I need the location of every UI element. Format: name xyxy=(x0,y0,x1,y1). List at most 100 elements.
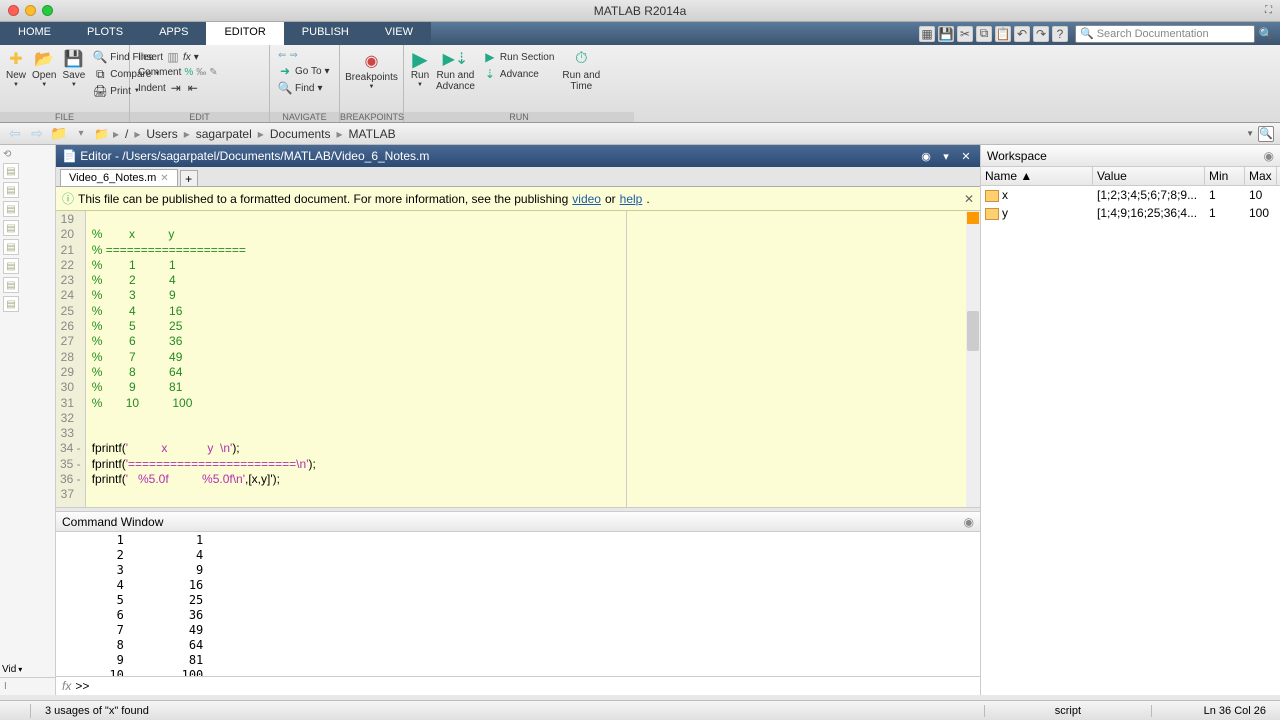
qa-paste-icon[interactable]: 📋 xyxy=(995,26,1011,42)
tab-home[interactable]: HOME xyxy=(0,22,69,45)
doc-icon[interactable]: ▤ xyxy=(3,239,19,255)
runtime-button[interactable]: ⏱Run and Time xyxy=(562,49,600,92)
crumb-matlab[interactable]: MATLAB xyxy=(347,127,398,141)
qa-disk-icon[interactable]: 💾 xyxy=(938,26,954,42)
line-gutter: 19 20 21 22 23 24 25 26 27 28 29 30 31 3… xyxy=(56,211,86,507)
search-input[interactable]: 🔍 Search Documentation xyxy=(1075,25,1255,43)
workspace-row[interactable]: y[1;4;9;16;25;36;4...1100 xyxy=(981,204,1280,222)
address-bar: ⇦ ⇨ 📁 ▾ 📁 ▸ /▸ Users▸ sagarpatel▸ Docume… xyxy=(0,123,1280,145)
new-button[interactable]: ✚New▼ xyxy=(6,49,26,99)
indent-button[interactable]: Indent ⇥ ⇤ xyxy=(136,80,263,96)
tab-view[interactable]: VIEW xyxy=(367,22,431,45)
undock-dropdown[interactable]: ▾ xyxy=(938,148,954,164)
group-file-label: FILE xyxy=(0,112,129,122)
prompt-text: >> xyxy=(75,679,89,693)
find-icon: 🔍 xyxy=(278,81,292,95)
command-window[interactable]: 1 1 2 4 3 9 4 16 5 25 6 36 7 49 8 64 9 8… xyxy=(56,532,980,676)
browse-button[interactable]: 🔍 xyxy=(1258,126,1274,142)
workspace-row[interactable]: x[1;2;3;4;5;6;7;8;9...110 xyxy=(981,186,1280,204)
ws-col-value[interactable]: Value xyxy=(1093,167,1205,185)
file-tab[interactable]: Video_6_Notes.m ✕ xyxy=(60,169,178,186)
find-button[interactable]: 🔍Find ▾ xyxy=(276,80,333,96)
vid-label[interactable]: Vid ▾ xyxy=(0,662,55,677)
qa-save-icon[interactable]: ▦ xyxy=(919,26,935,42)
restore-icon[interactable]: ⟲ xyxy=(3,149,52,160)
doc-icon[interactable]: ▤ xyxy=(3,201,19,217)
crumb-users[interactable]: Users xyxy=(144,127,179,141)
qa-help-icon[interactable]: ? xyxy=(1052,26,1068,42)
tab-apps[interactable]: APPS xyxy=(141,22,206,45)
crumb-docs[interactable]: Documents xyxy=(268,127,333,141)
dock-icon[interactable]: ◉ xyxy=(918,148,934,164)
zoom-icon[interactable] xyxy=(42,5,53,16)
status-bar: 3 usages of "x" found script Ln 36 Col 2… xyxy=(0,700,1280,720)
up-folder-button[interactable]: 📁 xyxy=(50,125,68,143)
ws-col-name[interactable]: Name ▲ xyxy=(981,167,1093,185)
close-icon[interactable] xyxy=(8,5,19,16)
runsec-label: Run Section xyxy=(500,52,554,63)
group-edit-label: EDIT xyxy=(130,112,269,122)
path-dropdown[interactable]: ▼ xyxy=(1246,129,1254,138)
doc-icon[interactable]: ▤ xyxy=(3,296,19,312)
code-editor[interactable]: 19 20 21 22 23 24 25 26 27 28 29 30 31 3… xyxy=(56,211,980,507)
advance-button[interactable]: ⇣Advance xyxy=(481,66,556,82)
qa-undo-icon[interactable]: ↶ xyxy=(1014,26,1030,42)
cmdwin-title: Command Window xyxy=(62,515,163,529)
info-video-link[interactable]: video xyxy=(572,192,601,206)
doc-icon[interactable]: ▤ xyxy=(3,220,19,236)
doc-icon[interactable]: ▤ xyxy=(3,163,19,179)
minimize-icon[interactable] xyxy=(25,5,36,16)
ws-col-max[interactable]: Max xyxy=(1245,167,1277,185)
history-dropdown[interactable]: ▾ xyxy=(72,125,90,143)
qa-redo-icon[interactable]: ↷ xyxy=(1033,26,1049,42)
info-icon: ⓘ xyxy=(62,190,74,207)
breakpoint-icon: ◉ xyxy=(362,51,382,71)
toolstrip-tabs: HOME PLOTS APPS EDITOR PUBLISH VIEW ▦ 💾 … xyxy=(0,22,1280,45)
comment-button[interactable]: Comment % ‰ ✎ xyxy=(136,66,263,79)
run-button[interactable]: ▶Run▼ xyxy=(410,49,430,92)
adv-label: Advance xyxy=(500,69,539,80)
editor-scrollbar[interactable] xyxy=(966,211,980,507)
runsection-button[interactable]: ▶Run Section xyxy=(481,49,556,65)
crumb-user[interactable]: sagarpatel xyxy=(194,127,254,141)
goto-button[interactable]: ➜Go To ▾ xyxy=(276,63,333,79)
forward-button[interactable]: ⇨ xyxy=(28,125,46,143)
cmdwin-menu-icon[interactable]: ◉ xyxy=(964,515,974,529)
doc-icon[interactable]: ▤ xyxy=(3,182,19,198)
goto-icon: ➜ xyxy=(278,64,292,78)
save-button[interactable]: 💾Save▼ xyxy=(62,49,85,99)
back-button[interactable]: ⇦ xyxy=(6,125,24,143)
nav-arrows[interactable]: ⇐ ⇒ xyxy=(276,49,333,62)
insert-button[interactable]: Insert ▥ fx ▾ xyxy=(136,49,263,65)
close-tab-icon[interactable]: ✕ xyxy=(160,173,168,184)
tab-publish[interactable]: PUBLISH xyxy=(284,22,367,45)
ws-col-min[interactable]: Min xyxy=(1205,167,1245,185)
workspace-panel: Workspace ◉ Name ▲ Value Min Max x[1;2;3… xyxy=(980,145,1280,695)
workspace-menu-icon[interactable]: ◉ xyxy=(1264,149,1274,163)
doc-icon[interactable]: ▤ xyxy=(3,277,19,293)
open-button[interactable]: 📂Open▼ xyxy=(32,49,56,99)
tab-editor[interactable]: EDITOR xyxy=(206,22,283,45)
doc-icon[interactable]: ▤ xyxy=(3,258,19,274)
qa-cut-icon[interactable]: ✂ xyxy=(957,26,973,42)
tab-plots[interactable]: PLOTS xyxy=(69,22,141,45)
runtime-icon: ⏱ xyxy=(571,49,591,69)
code-text[interactable]: % x y % ==================== % 1 1 % 2 4… xyxy=(86,211,980,504)
close-editor-button[interactable]: ✕ xyxy=(958,148,974,164)
chevron-down-icon: ▼ xyxy=(41,82,47,88)
scrollbar-thumb[interactable] xyxy=(967,311,979,351)
command-prompt[interactable]: fx >> xyxy=(56,676,980,695)
print-icon: 🖨 xyxy=(93,84,107,98)
runadvance-button[interactable]: ▶⇣Run and Advance xyxy=(436,49,475,92)
fx-icon: fx xyxy=(183,52,191,63)
crumb-root[interactable]: / xyxy=(123,127,130,141)
search-go-icon[interactable]: 🔍 xyxy=(1258,26,1274,42)
code-analyzer-indicator[interactable] xyxy=(967,212,979,224)
close-infobar-button[interactable]: ✕ xyxy=(964,192,974,206)
add-tab-button[interactable]: + xyxy=(180,170,198,186)
info-help-link[interactable]: help xyxy=(620,192,643,206)
breakpoints-button[interactable]: ◉Breakpoints▼ xyxy=(346,51,397,90)
save-label: Save xyxy=(62,70,85,81)
expand-icon[interactable]: ⛶ xyxy=(1265,5,1272,16)
qa-copy-icon[interactable]: ⧉ xyxy=(976,26,992,42)
